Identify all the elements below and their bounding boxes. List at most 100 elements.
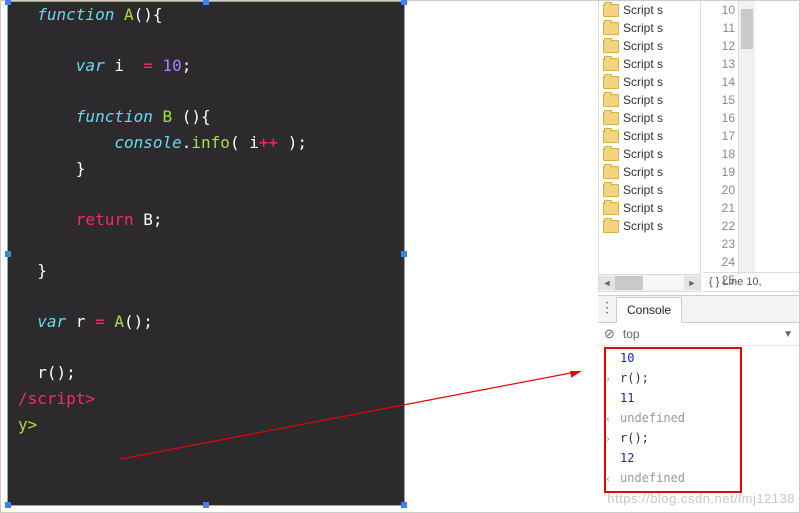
selection-handle[interactable]	[5, 502, 11, 508]
selection-handle[interactable]	[5, 0, 11, 5]
file-label: Script s	[623, 3, 663, 17]
folder-icon	[603, 184, 619, 197]
scroll-thumb[interactable]	[615, 276, 643, 290]
cursor-position: { } Line 10,	[709, 276, 762, 288]
selection-handle[interactable]	[401, 502, 407, 508]
clear-console-icon[interactable]: ⊘	[604, 326, 615, 342]
file-row[interactable]: Script s	[599, 109, 700, 127]
file-row[interactable]: Script s	[599, 145, 700, 163]
vertical-scrollbar[interactable]	[738, 1, 755, 274]
console-panel: ⋮ Console ⊘ top ▼ 10›r();11‹undefined›r(…	[598, 295, 799, 512]
scroll-thumb[interactable]	[741, 9, 753, 49]
file-row[interactable]: Script s	[599, 127, 700, 145]
line-number: 21	[703, 199, 735, 217]
source-code[interactable]: function A(){ var i = 10; function B (){…	[12, 2, 404, 437]
console-text: 10	[620, 348, 634, 368]
line-number: 19	[703, 163, 735, 181]
folder-icon	[603, 220, 619, 233]
file-label: Script s	[623, 183, 663, 197]
console-text: r();	[620, 368, 649, 388]
folder-icon	[603, 76, 619, 89]
folder-icon	[603, 166, 619, 179]
console-line: ‹undefined	[606, 468, 799, 488]
file-row[interactable]: Script s	[599, 181, 700, 199]
folder-icon	[603, 40, 619, 53]
file-row[interactable]: Script s	[599, 1, 700, 19]
file-row[interactable]: Script s	[599, 91, 700, 109]
folder-icon	[603, 22, 619, 35]
line-number: 13	[703, 55, 735, 73]
console-toolbar: ⊘ top ▼	[598, 323, 799, 346]
console-text: 11	[620, 388, 634, 408]
folder-icon	[603, 130, 619, 143]
folder-icon	[603, 4, 619, 17]
selection-handle[interactable]	[203, 502, 209, 508]
line-number: 12	[703, 37, 735, 55]
line-number: 17	[703, 127, 735, 145]
scroll-left-arrow[interactable]: ◄	[599, 276, 615, 290]
folder-icon	[603, 112, 619, 125]
line-number: 16	[703, 109, 735, 127]
scroll-right-arrow[interactable]: ►	[684, 276, 700, 290]
console-line: 12	[606, 448, 799, 468]
console-line: ›r();	[606, 428, 799, 448]
scroll-track[interactable]	[615, 276, 684, 290]
prompt-glyph: ›	[606, 368, 616, 388]
file-label: Script s	[623, 129, 663, 143]
file-label: Script s	[623, 21, 663, 35]
file-label: Script s	[623, 111, 663, 125]
file-navigator[interactable]: Script s Script s Script s Script s Script s…	[598, 1, 701, 274]
horizontal-scrollbar[interactable]: ◄ ►	[598, 274, 701, 292]
folder-icon	[603, 202, 619, 215]
file-row[interactable]: Script s	[599, 37, 700, 55]
line-number: 22	[703, 217, 735, 235]
line-number: 24	[703, 253, 735, 271]
line-number: 10	[703, 1, 735, 19]
selection-handle[interactable]	[5, 251, 11, 257]
file-label: Script s	[623, 39, 663, 53]
console-line: ‹undefined	[606, 408, 799, 428]
file-label: Script s	[623, 93, 663, 107]
console-text: undefined	[620, 408, 685, 428]
line-number: 15	[703, 91, 735, 109]
line-number: 23	[703, 235, 735, 253]
code-editor[interactable]: function A(){ var i = 10; function B (){…	[7, 1, 405, 506]
folder-icon	[603, 58, 619, 71]
selection-handle[interactable]	[203, 0, 209, 5]
line-number: 20	[703, 181, 735, 199]
line-number: 14	[703, 73, 735, 91]
file-row[interactable]: Script s	[599, 217, 700, 235]
file-row[interactable]: Script s	[599, 73, 700, 91]
selection-handle[interactable]	[401, 0, 407, 5]
line-number: 11	[703, 19, 735, 37]
file-row[interactable]: Script s	[599, 55, 700, 73]
file-label: Script s	[623, 219, 663, 233]
context-selector[interactable]: top	[623, 327, 640, 341]
line-number-gutter: 10111213141516171819202122232425	[703, 1, 739, 274]
folder-icon	[603, 94, 619, 107]
file-label: Script s	[623, 75, 663, 89]
app-frame: function A(){ var i = 10; function B (){…	[0, 0, 800, 513]
prompt-glyph: ‹	[606, 408, 616, 428]
console-output[interactable]: 10›r();11‹undefined›r();12‹undefined	[598, 346, 799, 488]
folder-icon	[603, 148, 619, 161]
file-label: Script s	[623, 147, 663, 161]
file-label: Script s	[623, 165, 663, 179]
selection-handle[interactable]	[401, 251, 407, 257]
console-tabbar: ⋮ Console	[598, 296, 799, 323]
console-line: 10	[606, 348, 799, 368]
prompt-glyph: ›	[606, 428, 616, 448]
chevron-down-icon[interactable]: ▼	[783, 329, 793, 340]
prompt-glyph: ‹	[606, 468, 616, 488]
watermark: https://blog.csdn.net/lmj12138	[607, 491, 795, 506]
console-line: ›r();	[606, 368, 799, 388]
file-row[interactable]: Script s	[599, 19, 700, 37]
devtools-panel: Script s Script s Script s Script s Script s…	[408, 1, 799, 512]
console-text: r();	[620, 428, 649, 448]
status-bar: { } Line 10,	[703, 272, 799, 292]
file-row[interactable]: Script s	[599, 199, 700, 217]
file-label: Script s	[623, 57, 663, 71]
tab-console[interactable]: Console	[616, 297, 682, 323]
kebab-menu-icon[interactable]: ⋮	[598, 296, 616, 322]
file-row[interactable]: Script s	[599, 163, 700, 181]
